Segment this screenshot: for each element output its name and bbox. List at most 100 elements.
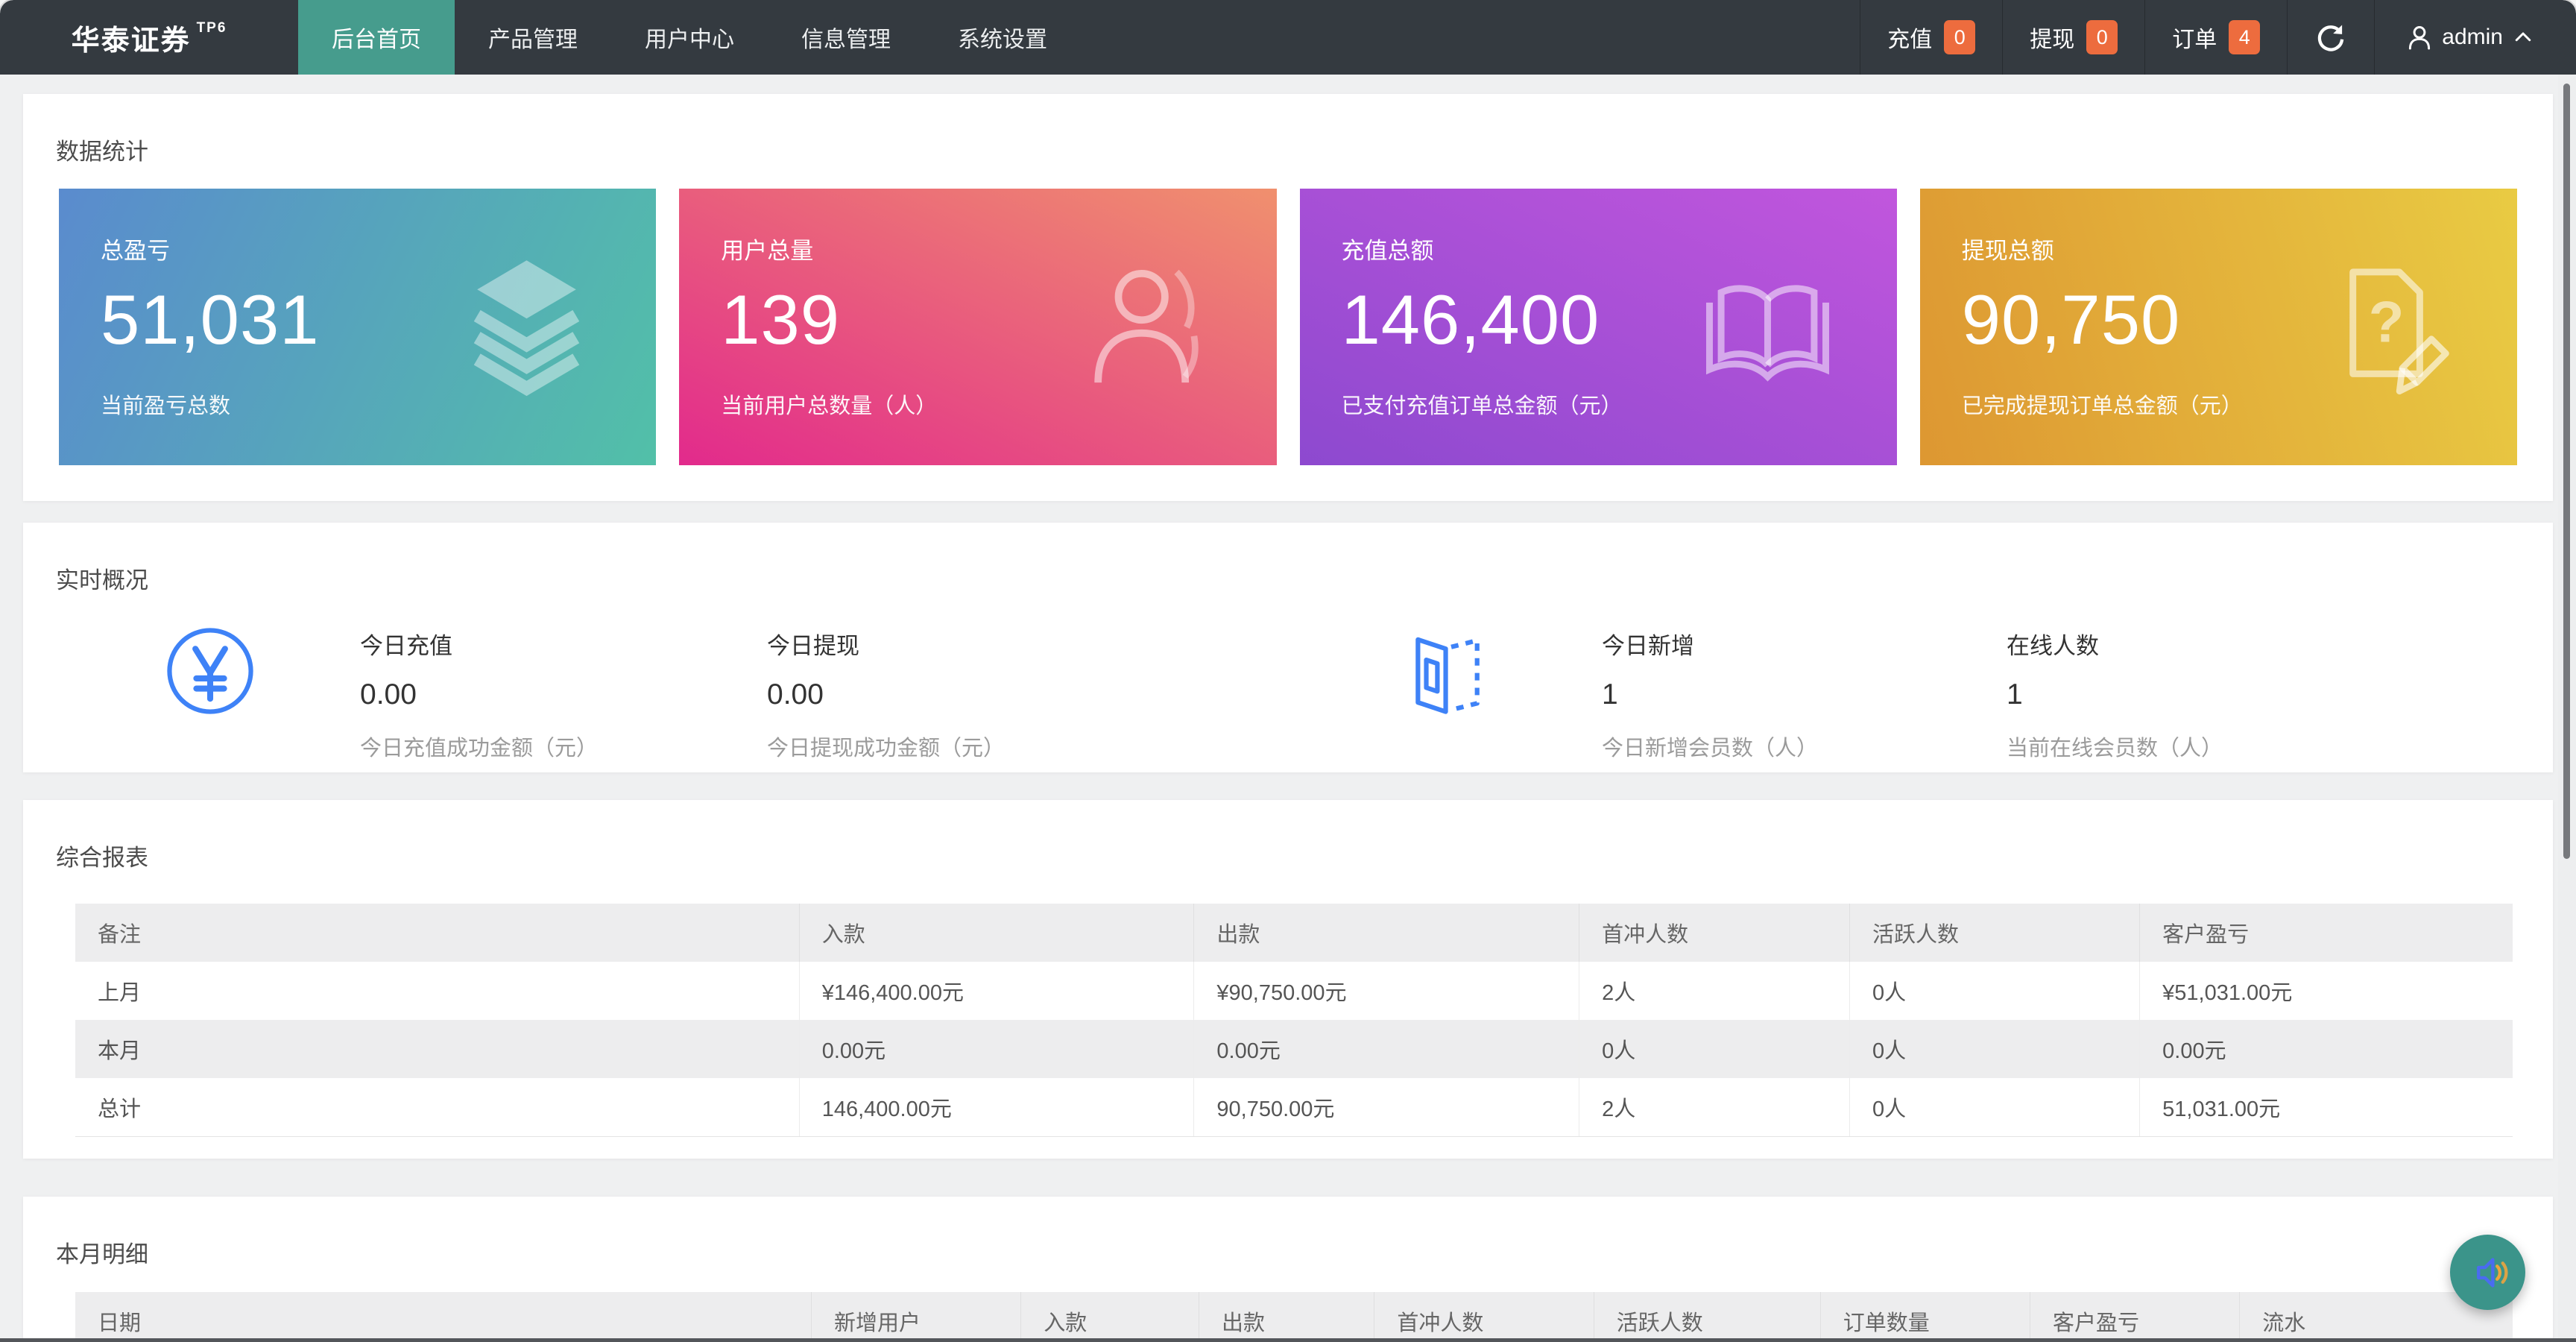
nav-tab-products[interactable]: 产品管理 <box>455 0 611 75</box>
col-header: 活跃人数 <box>1594 1292 1820 1342</box>
col-header: 客户盈亏 <box>2030 1292 2240 1342</box>
month-detail-header-row: 日期 新增用户 入款 出款 首冲人数 活跃人数 订单数量 客户盈亏 流水 <box>75 1292 2513 1342</box>
cell: 51,031.00元 <box>2140 1078 2513 1136</box>
table-row-total: 总计 146,400.00元 90,750.00元 2人 0人 51,031.0… <box>75 1078 2513 1136</box>
report-title: 综合报表 <box>23 800 2553 872</box>
cell: 0.00元 <box>2140 1020 2513 1078</box>
nav-tab-settings[interactable]: 系统设置 <box>924 0 1081 75</box>
card-value: 90,750 <box>1962 280 2181 360</box>
cell: 2人 <box>1579 962 1850 1020</box>
rt-desc: 今日充值成功金额（元） <box>360 731 598 762</box>
rt-label: 今日提现 <box>767 627 1005 661</box>
month-detail-panel: 本月明细 日期 新增用户 入款 出款 首冲人数 活跃人数 订单数量 客户盈亏 流… <box>23 1197 2553 1342</box>
speaker-icon <box>2466 1251 2510 1294</box>
nav-tab-users[interactable]: 用户中心 <box>611 0 768 75</box>
main-nav: 后台首页 产品管理 用户中心 信息管理 系统设置 <box>298 0 1081 75</box>
recharge-shortcut[interactable]: 充值 0 <box>1860 0 2002 75</box>
rt-label: 今日充值 <box>360 627 598 661</box>
realtime-panel: 实时概况 今日充值 0.00 今日充值成功金额（元） 今日提现 0.00 今日提… <box>23 523 2553 772</box>
sound-fab-button[interactable] <box>2450 1235 2525 1310</box>
cell: 0人 <box>1850 962 2140 1020</box>
nav-tab-dashboard[interactable]: 后台首页 <box>298 0 455 75</box>
cell: 0人 <box>1850 1020 2140 1078</box>
report-table: 备注 入款 出款 首冲人数 活跃人数 客户盈亏 上月 ¥146,400.00元 … <box>75 904 2513 1137</box>
layers-icon <box>454 254 599 400</box>
card-label: 提现总额 <box>1962 232 2054 265</box>
col-header: 备注 <box>75 904 799 962</box>
table-row-this-month: 本月 0.00元 0.00元 0人 0人 0.00元 <box>75 1020 2513 1078</box>
navbar: 华泰证券 TP6 后台首页 产品管理 用户中心 信息管理 系统设置 充值 0 提… <box>0 0 2576 75</box>
user-outline-icon <box>1075 254 1220 400</box>
stats-panel: 数据统计 总盈亏 51,031 当前盈亏总数 用户总量 139 当前用户总数量（… <box>23 94 2553 501</box>
rt-value: 0.00 <box>360 678 598 711</box>
card-label: 总盈亏 <box>101 232 170 265</box>
orders-shortcut[interactable]: 订单 4 <box>2144 0 2287 75</box>
recharge-label: 充值 <box>1887 21 1932 54</box>
rt-value: 1 <box>2007 678 2223 711</box>
card-desc: 当前用户总数量（人） <box>721 388 937 420</box>
col-header: 出款 <box>1194 904 1579 962</box>
col-header: 日期 <box>75 1292 812 1342</box>
stat-card-total-profit: 总盈亏 51,031 当前盈亏总数 <box>59 189 656 465</box>
col-header: 新增用户 <box>812 1292 1021 1342</box>
stat-card-total-recharge: 充值总额 146,400 已支付充值订单总金额（元） <box>1300 189 1897 465</box>
orders-badge: 4 <box>2229 20 2260 54</box>
navbar-right: 充值 0 提现 0 订单 4 a <box>1860 0 2576 75</box>
username: admin <box>2442 25 2503 50</box>
withdraw-label: 提现 <box>2030 21 2074 54</box>
col-header: 入款 <box>799 904 1194 962</box>
rt-label: 今日新增 <box>1602 627 1818 661</box>
cell: 0.00元 <box>1194 1020 1579 1078</box>
app-logo[interactable]: 华泰证券 TP6 <box>0 0 298 75</box>
scrollbar-track <box>2558 75 2576 1342</box>
cell: ¥146,400.00元 <box>799 962 1194 1020</box>
card-value: 139 <box>721 280 840 360</box>
cell: 0人 <box>1579 1020 1850 1078</box>
withdraw-shortcut[interactable]: 提现 0 <box>2002 0 2144 75</box>
month-detail-table: 日期 新增用户 入款 出款 首冲人数 活跃人数 订单数量 客户盈亏 流水 <box>75 1292 2513 1342</box>
open-book-icon <box>1695 254 1840 400</box>
refresh-button[interactable] <box>2287 0 2374 75</box>
card-value: 146,400 <box>1342 280 1600 360</box>
card-desc: 当前盈亏总数 <box>101 388 230 420</box>
card-desc: 已支付充值订单总金额（元） <box>1342 388 1623 420</box>
realtime-item-new-members: 今日新增 1 今日新增会员数（人） <box>1602 627 1818 762</box>
recharge-badge: 0 <box>1944 20 1975 54</box>
user-menu[interactable]: admin <box>2374 0 2576 75</box>
col-header: 首冲人数 <box>1374 1292 1594 1342</box>
col-header: 首冲人数 <box>1579 904 1850 962</box>
cell: 上月 <box>75 962 799 1020</box>
col-header: 活跃人数 <box>1850 904 2140 962</box>
withdraw-badge: 0 <box>2086 20 2118 54</box>
realtime-item-recharge-today: 今日充值 0.00 今日充值成功金额（元） <box>360 627 598 762</box>
report-panel: 综合报表 备注 入款 出款 首冲人数 活跃人数 客户盈亏 上月 ¥14 <box>23 800 2553 1159</box>
person-icon <box>2406 24 2433 51</box>
nav-tab-info[interactable]: 信息管理 <box>768 0 924 75</box>
rt-desc: 今日新增会员数（人） <box>1602 731 1818 762</box>
browser-window: 华泰证券 TP6 后台首页 产品管理 用户中心 信息管理 系统设置 充值 0 提… <box>0 0 2576 1342</box>
card-desc: 已完成提现订单总金额（元） <box>1962 388 2243 420</box>
doc-question-icon: ? <box>2315 254 2460 400</box>
cell: 0人 <box>1850 1078 2140 1136</box>
cell: ¥51,031.00元 <box>2140 962 2513 1020</box>
scrollbar-thumb[interactable] <box>2563 84 2570 859</box>
yen-circle-icon <box>164 625 256 717</box>
chevron-up-icon <box>2512 26 2534 48</box>
app-logo-version: TP6 <box>197 20 227 37</box>
window-bottom-edge <box>0 1338 2576 1342</box>
stats-title: 数据统计 <box>23 94 2553 166</box>
svg-text:?: ? <box>2369 289 2405 354</box>
report-header-row: 备注 入款 出款 首冲人数 活跃人数 客户盈亏 <box>75 904 2513 962</box>
realtime-item-withdraw-today: 今日提现 0.00 今日提现成功金额（元） <box>767 627 1005 762</box>
table-row-last-month: 上月 ¥146,400.00元 ¥90,750.00元 2人 0人 ¥51,03… <box>75 962 2513 1020</box>
realtime-item-online: 在线人数 1 当前在线会员数（人） <box>2007 627 2223 762</box>
stat-cards: 总盈亏 51,031 当前盈亏总数 用户总量 139 当前用户总数量（人） <box>59 189 2517 465</box>
refresh-icon <box>2314 21 2347 54</box>
app-logo-text: 华泰证券 <box>72 17 191 58</box>
new-members-door-icon <box>1405 625 1497 717</box>
cell: 2人 <box>1579 1078 1850 1136</box>
col-header: 客户盈亏 <box>2140 904 2513 962</box>
rt-value: 0.00 <box>767 678 1005 711</box>
cell: 总计 <box>75 1078 799 1136</box>
col-header: 订单数量 <box>1820 1292 2030 1342</box>
